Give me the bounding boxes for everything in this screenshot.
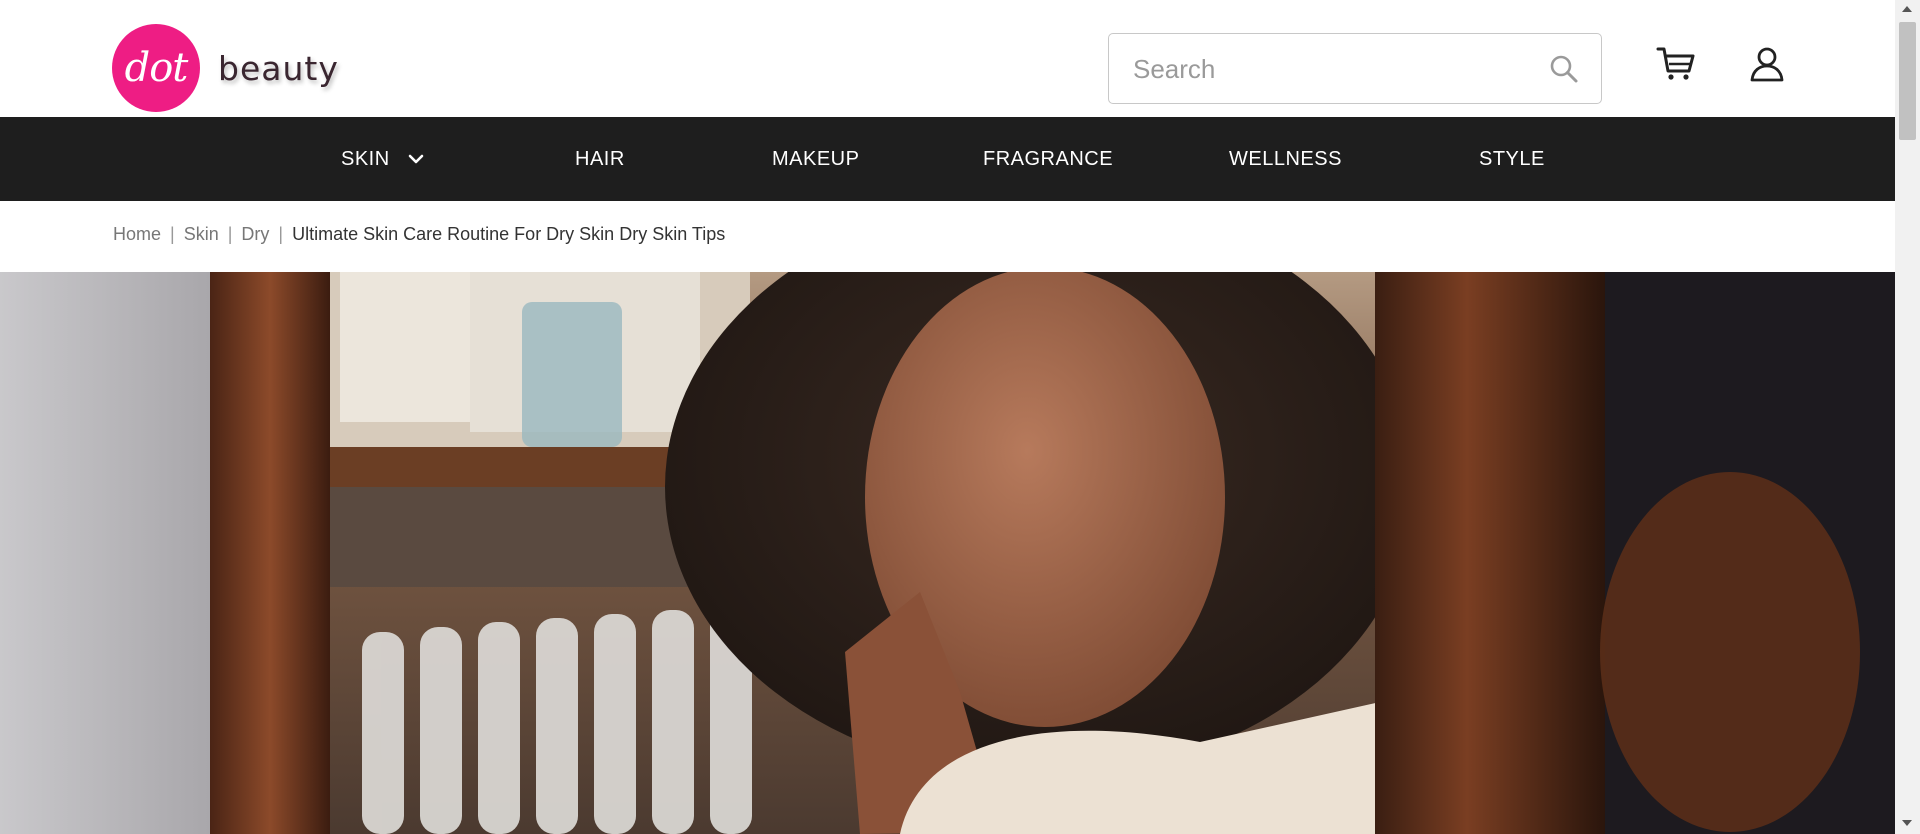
- breadcrumb-separator: |: [278, 223, 284, 244]
- logo-wordmark: beauty: [218, 48, 339, 88]
- search-input[interactable]: [1131, 34, 1535, 105]
- user-icon[interactable]: [1750, 46, 1784, 82]
- breadcrumb-separator: |: [170, 223, 175, 244]
- breadcrumb: Home | Skin | Dry | Ultimate Skin Care R…: [113, 222, 725, 246]
- cart-icon[interactable]: [1656, 46, 1696, 82]
- site-logo[interactable]: dot beauty: [112, 24, 339, 112]
- breadcrumb-dry[interactable]: Dry: [241, 224, 269, 245]
- chevron-down-icon: [408, 154, 423, 164]
- scrollbar[interactable]: [1895, 0, 1920, 834]
- main-nav: SKIN HAIR MAKEUP FRAGRANCE WELLNESS STYL…: [0, 117, 1895, 201]
- logo-mark: dot: [112, 24, 200, 112]
- breadcrumb-current: Ultimate Skin Care Routine For Dry Skin …: [292, 223, 726, 244]
- nav-label: WELLNESS: [1229, 147, 1342, 170]
- nav-item-style[interactable]: STYLE: [1479, 117, 1545, 201]
- hero-photo-illustration: [0, 272, 1895, 834]
- scroll-down-arrow-icon[interactable]: [1902, 820, 1912, 826]
- scroll-thumb[interactable]: [1899, 22, 1916, 140]
- nav-item-makeup[interactable]: MAKEUP: [772, 117, 859, 201]
- nav-item-skin[interactable]: SKIN: [341, 117, 424, 201]
- search-icon[interactable]: [1549, 54, 1579, 84]
- nav-item-fragrance[interactable]: FRAGRANCE: [983, 117, 1113, 201]
- breadcrumb-separator: |: [227, 223, 233, 244]
- hero-image: [0, 272, 1895, 834]
- nav-item-wellness[interactable]: WELLNESS: [1229, 117, 1342, 201]
- nav-label: STYLE: [1479, 147, 1545, 170]
- search-box: [1108, 33, 1602, 105]
- breadcrumb-skin[interactable]: Skin: [184, 224, 219, 245]
- page: dot beauty SKIN HA: [0, 0, 1895, 834]
- nav-label: MAKEUP: [772, 147, 860, 170]
- scroll-up-arrow-icon[interactable]: [1902, 6, 1912, 12]
- breadcrumb-home[interactable]: Home: [113, 224, 161, 245]
- nav-label: FRAGRANCE: [983, 147, 1114, 170]
- site-header: dot beauty: [0, 0, 1895, 117]
- nav-item-hair[interactable]: HAIR: [575, 117, 625, 201]
- nav-label: HAIR: [575, 147, 625, 170]
- nav-label: SKIN: [341, 147, 390, 170]
